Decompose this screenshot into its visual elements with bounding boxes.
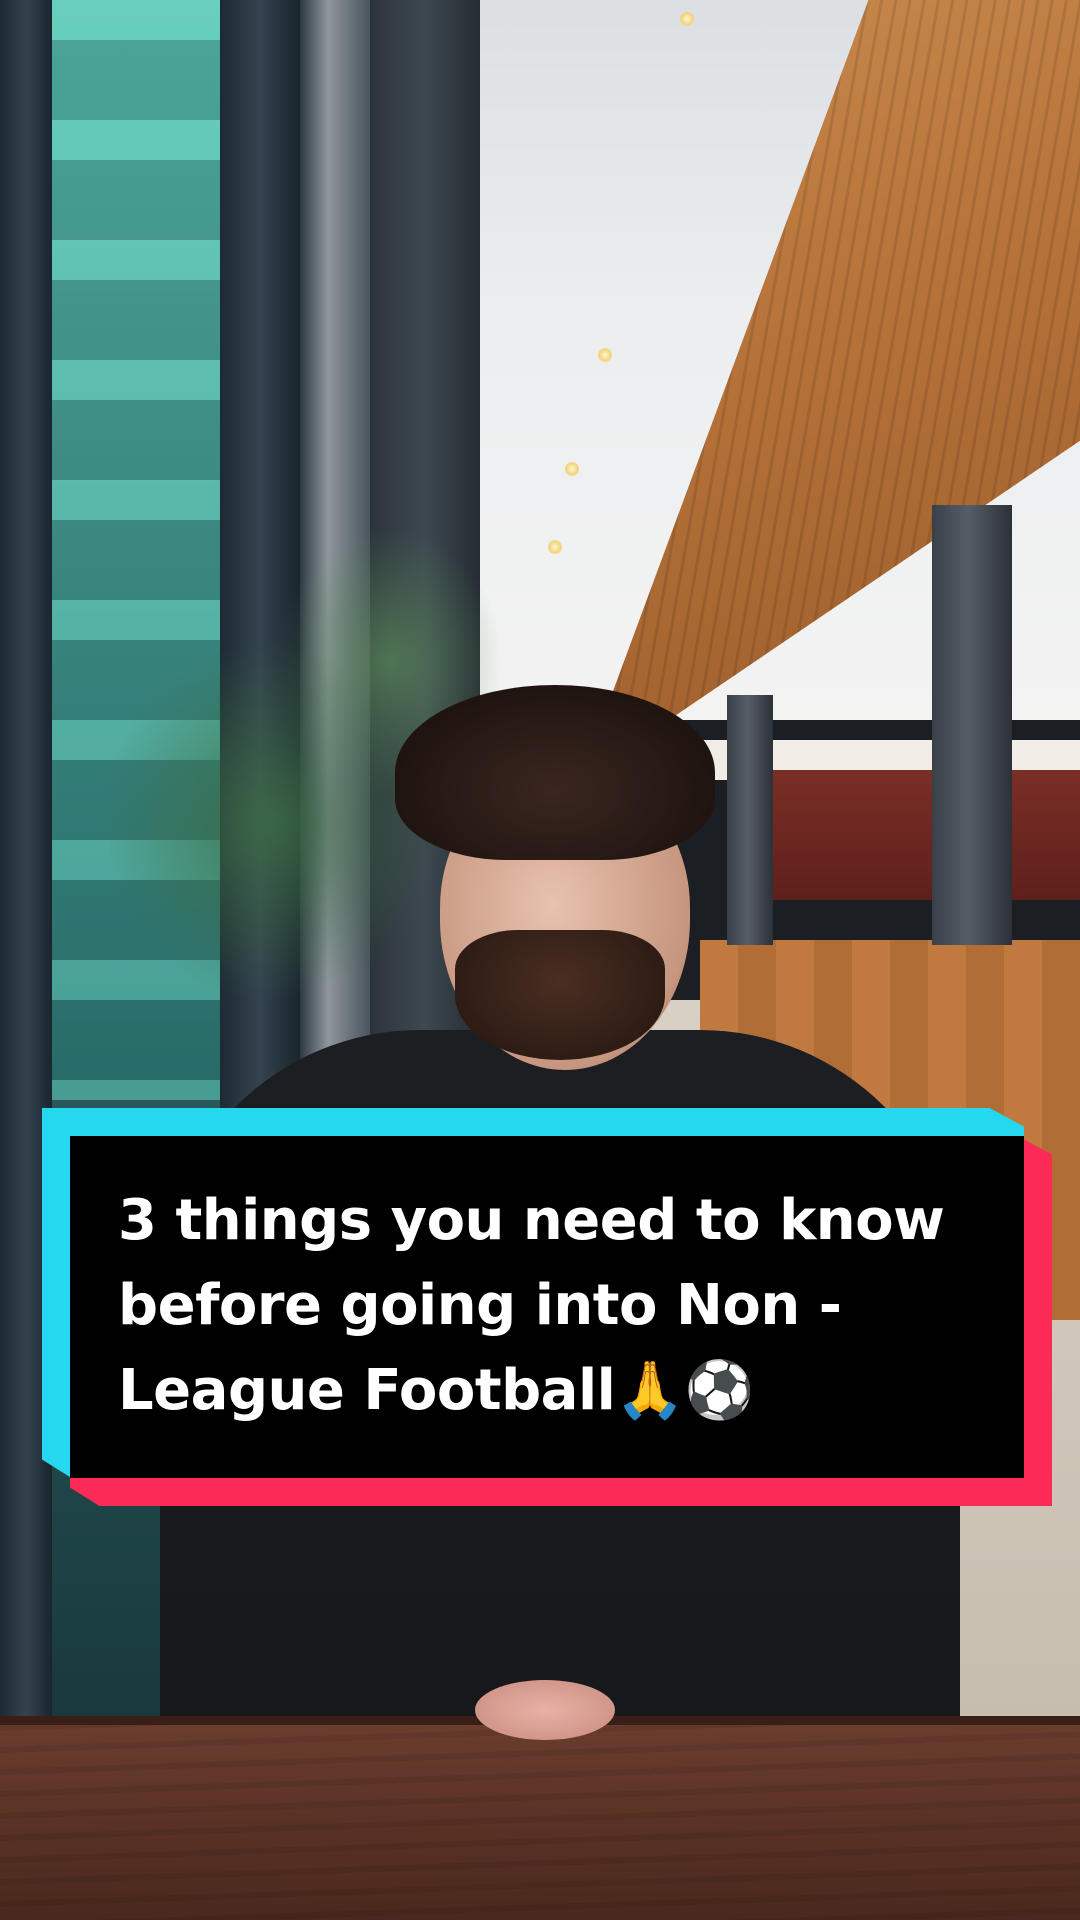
caption-text: 3 things you need to know before going i… <box>118 1188 945 1423</box>
video-frame: 3 things you need to know before going i… <box>0 0 1080 1920</box>
pillar <box>932 505 1012 945</box>
ceiling-light <box>565 462 579 476</box>
pillar <box>727 695 773 945</box>
ceiling-light <box>598 348 612 362</box>
wooden-table <box>0 1725 1080 1920</box>
ceiling-light <box>548 540 562 554</box>
red-wall-panel <box>760 770 1080 900</box>
ceiling-light <box>680 12 694 26</box>
person-hair <box>395 685 715 860</box>
person-beard <box>455 930 665 1060</box>
background-scene <box>0 0 1080 1920</box>
person-hands <box>475 1680 615 1740</box>
